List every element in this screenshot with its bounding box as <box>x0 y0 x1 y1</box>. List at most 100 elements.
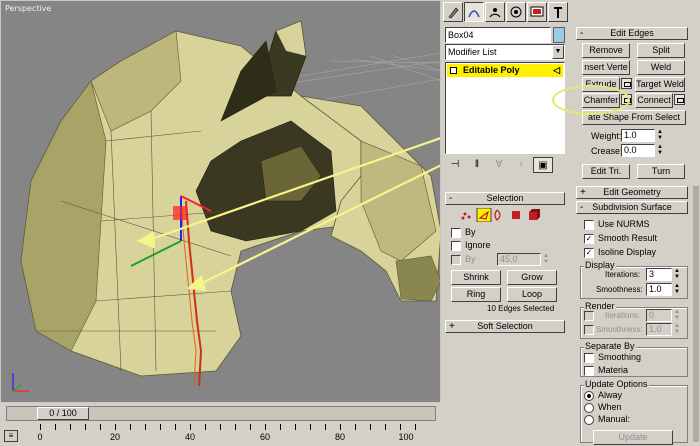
motion-icon <box>510 6 522 18</box>
smoothing-checkbox[interactable] <box>584 353 594 363</box>
angle-field[interactable]: 45.0 <box>497 253 541 266</box>
smoothness-spinner[interactable]: ▲ ▼ <box>673 283 681 296</box>
grow-button[interactable]: Grow <box>507 270 557 285</box>
selection-rollout-header[interactable]: - Selection <box>445 192 565 205</box>
utilities-tab[interactable] <box>548 2 568 22</box>
weight-spinner[interactable]: ▲ ▼ <box>656 129 664 142</box>
render-smoothness-checkbox[interactable] <box>584 325 594 335</box>
connect-settings-icon[interactable] <box>674 94 685 105</box>
tick <box>160 424 161 430</box>
tick <box>385 424 386 430</box>
render-iterations-checkbox[interactable] <box>584 311 594 321</box>
hierarchy-tab[interactable] <box>485 2 505 22</box>
pin-stack-icon[interactable]: ⊣ <box>445 157 465 173</box>
element-mode-icon[interactable] <box>529 209 540 220</box>
loop-button[interactable]: Loop <box>507 287 557 302</box>
edge-subobject-icon: ◁ <box>553 65 560 75</box>
chevron-down-icon[interactable]: ▼ <box>552 45 564 59</box>
by-angle-checkbox[interactable] <box>451 255 461 265</box>
time-slider[interactable]: 0 / 100 <box>6 406 436 421</box>
track-bar-icon[interactable]: ≡ <box>4 430 18 442</box>
tick <box>280 424 281 430</box>
connect-button[interactable]: Connect <box>635 93 673 108</box>
render-smoothness-spinner[interactable]: ▲ ▼ <box>673 323 681 336</box>
iterations-spinner[interactable]: ▲ ▼ <box>673 268 681 281</box>
render-iterations-label: Iterations: <box>605 311 641 320</box>
tick-label: 0 <box>37 432 43 442</box>
tick <box>340 424 341 430</box>
by-angle-label: By <box>465 254 476 264</box>
smooth-result-checkbox[interactable]: ✓ <box>584 234 594 244</box>
remove-button[interactable]: Remove <box>582 43 630 58</box>
make-unique-icon[interactable]: ∀ <box>489 157 509 173</box>
stack-item-editable-poly[interactable]: Editable Poly ◁ <box>447 64 563 77</box>
subdivision-surface-rollout-header[interactable]: - Subdivision Surface <box>576 201 688 214</box>
render-iterations-spinner[interactable]: ▲ ▼ <box>673 309 681 322</box>
iterations-field[interactable]: 3 <box>646 268 672 281</box>
smoothness-field[interactable]: 1.0 <box>646 283 672 296</box>
panel-scrollbar[interactable] <box>693 186 699 442</box>
angle-spinner[interactable]: ▲ ▼ <box>542 253 550 266</box>
rollout-title: Edit Geometry <box>603 187 661 197</box>
tick <box>235 424 236 430</box>
modifier-list-dropdown[interactable]: Modifier List ▼ <box>445 44 565 60</box>
split-button[interactable]: Split <box>637 43 685 58</box>
ring-button[interactable]: Ring <box>451 287 501 302</box>
always-radio[interactable] <box>584 391 594 401</box>
modify-tab[interactable] <box>464 2 484 22</box>
ignore-backfacing-checkbox[interactable] <box>451 241 461 251</box>
when-rendering-radio[interactable] <box>584 403 594 413</box>
edge-mode-icon[interactable] <box>476 207 492 223</box>
track-bar[interactable]: 0 20 40 60 80 100 <box>36 424 441 446</box>
crease-field[interactable]: 0.0 <box>621 144 655 157</box>
weld-button[interactable]: Weld <box>637 60 685 75</box>
render-smoothness-field[interactable]: 1.0 <box>646 323 672 336</box>
crease-spinner[interactable]: ▲ ▼ <box>656 144 664 157</box>
utilities-icon <box>554 7 562 18</box>
manually-radio[interactable] <box>584 415 594 425</box>
border-mode-icon[interactable] <box>494 209 501 221</box>
create-tab[interactable] <box>443 2 463 22</box>
timeline: 0 / 100 ≡ 0 20 40 60 80 100 <box>0 404 441 446</box>
isoline-display-checkbox[interactable]: ✓ <box>584 248 594 258</box>
remove-modifier-icon[interactable]: ♁ <box>511 157 531 173</box>
vertex-mode-icon[interactable] <box>461 212 471 220</box>
materia-checkbox[interactable] <box>584 366 594 376</box>
display-tab[interactable] <box>527 2 547 22</box>
update-button[interactable]: Update <box>593 430 673 445</box>
tick <box>115 424 116 430</box>
viewport-label[interactable]: Perspective <box>5 4 51 13</box>
edit-edges-rollout-header[interactable]: - Edit Edges <box>576 27 688 40</box>
object-name-field[interactable]: Box04 <box>445 27 551 43</box>
shrink-button[interactable]: Shrink <box>451 270 501 285</box>
weight-field[interactable]: 1.0 <box>621 129 655 142</box>
always-label: Alway <box>598 390 623 400</box>
show-end-result-icon[interactable]: ‖ <box>467 157 487 173</box>
edit-geometry-rollout-header[interactable]: + Edit Geometry <box>576 186 688 199</box>
insert-vertex-button[interactable]: nsert Verte <box>582 60 630 75</box>
time-slider-thumb[interactable]: 0 / 100 <box>37 407 89 420</box>
tick <box>400 424 401 430</box>
tick-label: 80 <box>334 432 346 442</box>
modifier-stack[interactable]: Editable Poly ◁ <box>445 62 565 154</box>
by-vertex-checkbox[interactable] <box>451 228 461 238</box>
crease-label: Crease: <box>591 146 623 156</box>
expand-box-icon[interactable] <box>450 67 457 74</box>
use-nurms-checkbox[interactable] <box>584 220 594 230</box>
horse-head-model <box>12 20 440 392</box>
soft-selection-rollout-header[interactable]: + Soft Selection <box>445 320 565 333</box>
polygon-mode-icon[interactable] <box>512 211 520 219</box>
configure-modifier-sets-icon[interactable]: ▣ <box>533 157 553 173</box>
motion-tab[interactable] <box>506 2 526 22</box>
turn-button[interactable]: Turn <box>637 164 685 179</box>
isoline-display-label: Isoline Display <box>598 247 657 257</box>
smooth-result-label: Smooth Result <box>598 233 658 243</box>
perspective-viewport[interactable]: Perspective <box>0 0 441 403</box>
edit-tri-button[interactable]: Edit Tri. <box>582 164 630 179</box>
tick <box>310 424 311 430</box>
tick-label: 20 <box>109 432 121 442</box>
tick <box>190 424 191 430</box>
render-iterations-field[interactable]: 0 <box>646 309 672 322</box>
object-color-swatch[interactable] <box>553 27 565 43</box>
target-weld-button[interactable]: Target Weld <box>635 77 685 92</box>
